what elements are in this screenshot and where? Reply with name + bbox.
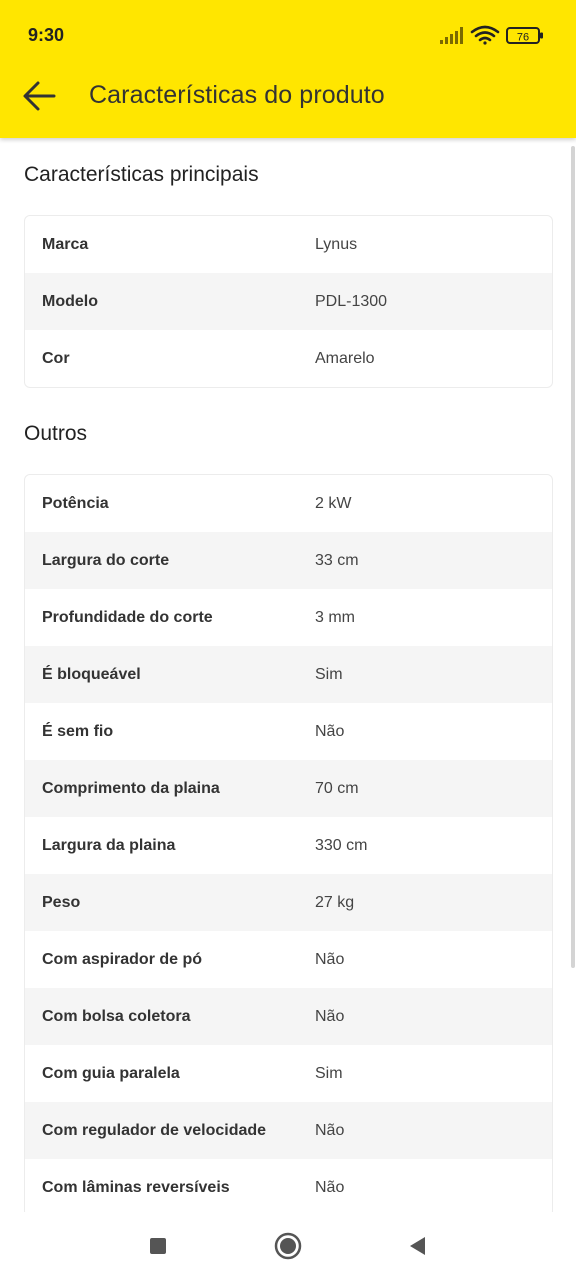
spec-label: É bloqueável bbox=[42, 665, 141, 683]
section-title-main: Características principais bbox=[24, 163, 259, 186]
page-title: Características do produto bbox=[89, 81, 385, 109]
spec-value: Não bbox=[315, 1007, 345, 1025]
battery-level: 76 bbox=[517, 32, 529, 44]
spec-row: Modelo PDL-1300 bbox=[25, 273, 552, 330]
spec-value: Sim bbox=[315, 665, 343, 683]
spec-value: Não bbox=[315, 1178, 345, 1196]
back-button[interactable] bbox=[20, 78, 60, 114]
home-icon bbox=[274, 1232, 302, 1260]
specs-card-main: Marca Lynus Modelo PDL-1300 Cor Amarelo bbox=[24, 215, 553, 388]
spec-label: Modelo bbox=[42, 292, 98, 310]
wifi-icon bbox=[470, 25, 500, 45]
status-time: 9:30 bbox=[28, 25, 65, 45]
spec-value: Não bbox=[315, 722, 345, 740]
spec-label: Com aspirador de pó bbox=[42, 950, 203, 968]
spec-label: Largura da plaina bbox=[42, 836, 176, 854]
spec-row: Largura do corte 33 cm bbox=[25, 532, 552, 589]
spec-label: Marca bbox=[42, 235, 89, 253]
spec-label: Com lâminas reversíveis bbox=[42, 1178, 230, 1196]
spec-label: Com guia paralela bbox=[42, 1064, 180, 1082]
spec-row: Com bolsa coletora Não bbox=[25, 988, 552, 1045]
spec-value: Amarelo bbox=[315, 349, 375, 367]
status-icons-svg: 76 bbox=[440, 25, 543, 45]
spec-value: Lynus bbox=[315, 235, 358, 253]
spec-label: Peso bbox=[42, 893, 81, 911]
spec-label: Cor bbox=[42, 349, 70, 367]
spec-row: Peso 27 kg bbox=[25, 874, 552, 931]
spec-row: Profundidade do corte 3 mm bbox=[25, 589, 552, 646]
back-triangle-icon bbox=[410, 1237, 425, 1255]
spec-value: Não bbox=[315, 1121, 345, 1139]
battery-icon: 76 bbox=[506, 27, 543, 44]
spec-value: 330 cm bbox=[315, 836, 368, 854]
spec-value: 2 kW bbox=[315, 494, 352, 512]
spec-row: É bloqueável Sim bbox=[25, 646, 552, 703]
spec-row: Marca Lynus bbox=[25, 216, 552, 273]
scrollbar[interactable] bbox=[571, 146, 575, 968]
spec-value: 3 mm bbox=[315, 608, 355, 626]
spec-value: Sim bbox=[315, 1064, 343, 1082]
spec-label: É sem fio bbox=[42, 722, 114, 740]
spec-row: Com regulador de velocidade Não bbox=[25, 1102, 552, 1159]
spec-label: Profundidade do corte bbox=[42, 608, 213, 626]
spec-row: Cor Amarelo bbox=[25, 330, 552, 387]
home-button[interactable] bbox=[274, 1232, 302, 1260]
spec-value: 27 kg bbox=[315, 893, 355, 911]
spec-label: Largura do corte bbox=[42, 551, 170, 569]
spec-value: PDL-1300 bbox=[315, 292, 388, 310]
spec-label: Com bolsa coletora bbox=[42, 1007, 191, 1025]
spec-value: 33 cm bbox=[315, 551, 359, 569]
status-icons: 76 bbox=[440, 24, 546, 48]
spec-row: Comprimento da plaina 70 cm bbox=[25, 760, 552, 817]
system-nav-bar bbox=[0, 1212, 576, 1280]
spec-row: É sem fio Não bbox=[25, 703, 552, 760]
nav-back-button[interactable] bbox=[404, 1232, 432, 1260]
spec-row: Com lâminas reversíveis Não bbox=[25, 1159, 552, 1212]
recent-apps-button[interactable] bbox=[144, 1232, 172, 1260]
spec-value: Não bbox=[315, 950, 345, 968]
spec-row: Com guia paralela Sim bbox=[25, 1045, 552, 1102]
spec-label: Com regulador de velocidade bbox=[42, 1121, 267, 1139]
spec-value: 70 cm bbox=[315, 779, 359, 797]
product-specs-content[interactable]: Características principais Marca Lynus M… bbox=[0, 138, 576, 1212]
spec-row: Potência 2 kW bbox=[25, 475, 552, 532]
arrow-left-icon bbox=[23, 81, 56, 111]
spec-row: Com aspirador de pó Não bbox=[25, 931, 552, 988]
specs-card-others: Potência 2 kW Largura do corte 33 cm Pro… bbox=[24, 474, 553, 1212]
recent-apps-icon bbox=[150, 1238, 166, 1254]
signal-icon bbox=[440, 27, 463, 44]
section-title-others: Outros bbox=[24, 422, 88, 445]
spec-label: Comprimento da plaina bbox=[42, 779, 220, 797]
spec-label: Potência bbox=[42, 494, 109, 512]
spec-row: Largura da plaina 330 cm bbox=[25, 817, 552, 874]
app-bar: 9:30 76 Características do produto bbox=[0, 0, 576, 138]
